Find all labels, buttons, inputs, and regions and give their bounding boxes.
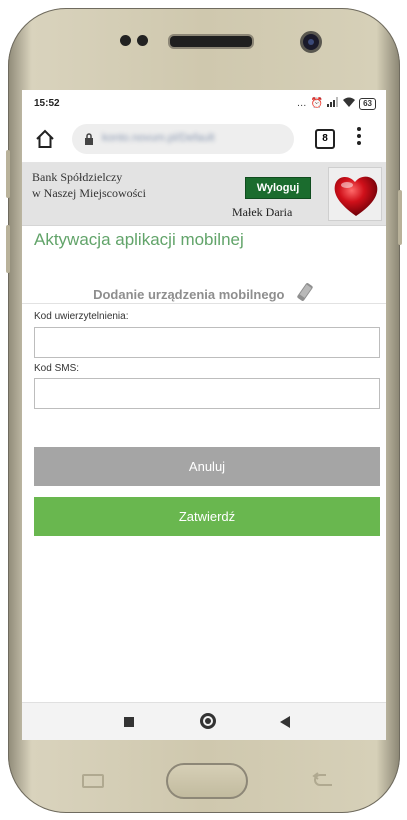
heart-image	[328, 167, 382, 221]
bank-header: Bank Spółdzielczy w Naszej Miejscowości …	[22, 163, 386, 226]
home-nav-icon[interactable]	[200, 713, 216, 729]
front-camera-icon	[300, 31, 322, 53]
url-text: konto.novum.pl/Default	[102, 132, 215, 144]
battery-icon: 63	[359, 97, 376, 110]
earpiece-speaker	[168, 34, 254, 49]
power-button[interactable]	[398, 190, 402, 245]
volume-button-lower[interactable]	[6, 225, 10, 273]
sensor-icon	[137, 35, 148, 46]
more-menu-icon[interactable]	[356, 126, 362, 151]
status-bar: 15:52 … ⏰ 63	[22, 90, 386, 116]
logout-button[interactable]: Wyloguj	[245, 177, 311, 199]
auth-code-input[interactable]	[34, 327, 380, 358]
page-title: Aktywacja aplikacji mobilnej	[34, 230, 244, 249]
more-notifications-icon: …	[296, 98, 307, 109]
tab-switcher-button[interactable]: 8	[315, 129, 335, 149]
confirm-button[interactable]: Zatwierdź	[34, 497, 380, 536]
section-title: Dodanie urządzenia mobilnego	[93, 287, 285, 302]
wifi-icon	[343, 97, 356, 110]
divider	[22, 303, 386, 304]
sms-code-input[interactable]	[34, 378, 380, 409]
lock-icon	[84, 133, 94, 148]
hardware-back-icon[interactable]	[312, 772, 334, 788]
sms-code-label: Kod SMS:	[34, 363, 80, 374]
bank-name-line: w Naszej Miejscowości	[32, 186, 146, 200]
phone-screen: 15:52 … ⏰ 63 konto.novum.pl/Default 8 Ba…	[22, 90, 386, 740]
android-nav-bar	[22, 702, 386, 740]
address-bar[interactable]: konto.novum.pl/Default	[72, 124, 294, 154]
status-time: 15:52	[34, 98, 60, 109]
alarm-icon: ⏰	[310, 98, 324, 109]
back-icon[interactable]	[280, 716, 290, 728]
sensor-icon	[120, 35, 131, 46]
hardware-home-button[interactable]	[166, 763, 248, 799]
bank-name: Bank Spółdzielczy w Naszej Miejscowości	[32, 169, 146, 201]
volume-button[interactable]	[6, 150, 10, 198]
signal-icon	[327, 97, 339, 110]
bank-name-line: Bank Spółdzielczy	[32, 170, 123, 184]
user-name: Małek Daria	[232, 205, 293, 219]
auth-code-label: Kod uwierzytelnienia:	[34, 311, 129, 322]
status-icons: … ⏰ 63	[297, 97, 376, 110]
hardware-recent-apps-icon[interactable]	[82, 774, 104, 788]
home-icon[interactable]	[34, 128, 56, 150]
browser-toolbar: konto.novum.pl/Default 8	[22, 116, 386, 163]
cancel-button[interactable]: Anuluj	[34, 447, 380, 486]
recent-apps-icon[interactable]	[124, 717, 134, 727]
